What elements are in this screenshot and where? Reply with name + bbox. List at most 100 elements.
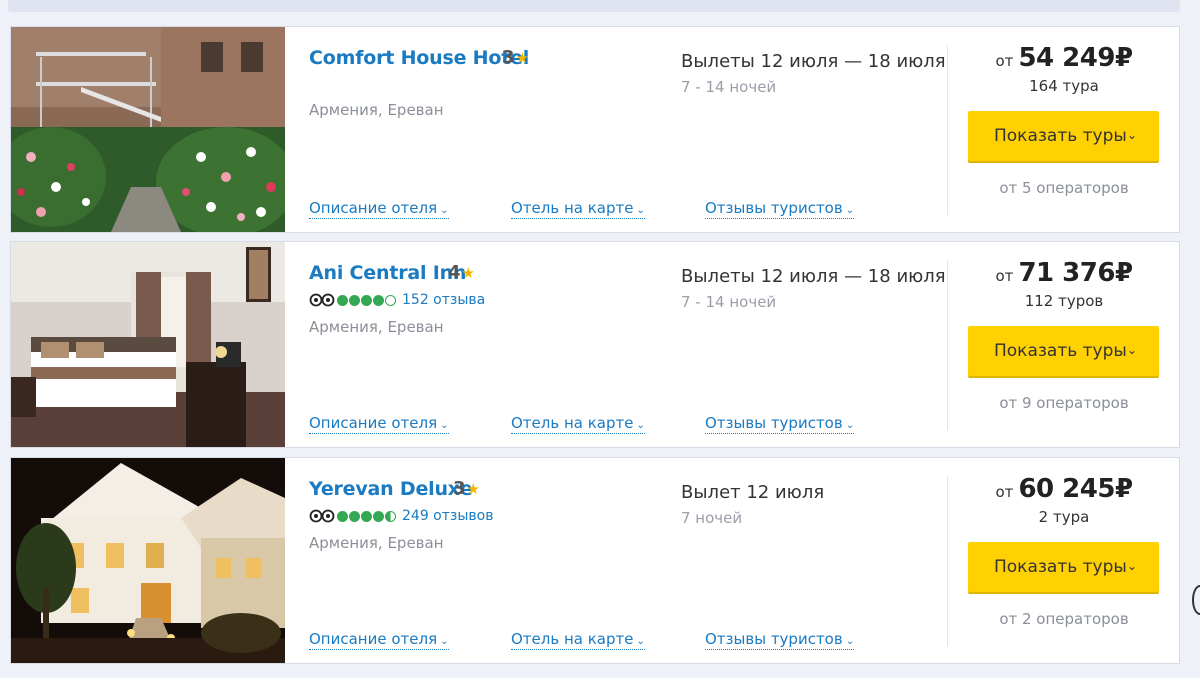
nights-range: 7 ночей [681,509,743,527]
link-label: Отель на карте [511,630,634,648]
chevron-down-icon: ⌄ [1126,559,1137,573]
star-count: 3 [453,478,466,499]
show-tours-button[interactable]: Показать туры ⌄ [968,542,1159,592]
top-bar [8,0,1180,12]
rating-bubble [337,294,348,306]
hotel-map-link[interactable]: Отель на карте ⌄ [511,199,645,219]
tripadvisor-owl-icon [309,293,335,307]
hotel-card: Yerevan Deluxe 3★ 249 отзывов Армения, Е… [10,457,1180,664]
hotel-name-link[interactable]: Ani Central Inn [309,262,466,284]
chevron-down-icon: ⌄ [845,420,855,431]
tripadvisor-owl-icon [309,509,335,523]
rating-bubble [361,294,372,306]
price-line: от 60 245₽ [948,474,1180,504]
rating-bubble [385,294,396,306]
hotel-stars: 4★ [448,262,475,283]
star-icon: ★ [466,480,480,498]
tours-count: 164 тура [1029,77,1099,95]
hotel-links: Описание отеля ⌄ Отель на карте ⌄ Отзывы т… [309,199,949,219]
operators-count: от 5 операторов [999,179,1129,197]
chevron-down-icon: ⌄ [636,420,645,431]
reviews-count[interactable]: 249 отзывов [402,508,493,524]
tripadvisor-rating[interactable]: 249 отзывов [309,506,493,526]
link-label: Описание отеля [309,630,438,648]
rating-bubble [349,294,360,306]
hotel-photo[interactable] [11,27,285,232]
hotel-links: Описание отеля ⌄ Отель на карте ⌄ Отзывы т… [309,414,949,434]
hotel-links: Описание отеля ⌄ Отель на карте ⌄ Отзывы т… [309,630,949,650]
hotel-stars: 3★ [502,47,529,68]
button-label: Показать туры [994,126,1127,146]
dates-title: Вылеты 12 июля — 18 июля [681,266,946,287]
rating-bubble [337,510,348,522]
hotel-location: Армения, Ереван [309,534,444,552]
tourist-reviews-link[interactable]: Отзывы туристов ⌄ [705,630,855,650]
hotel-map-link[interactable]: Отель на карте ⌄ [511,630,645,650]
rating-bubbles [337,510,396,522]
departure-dates: Вылеты 12 июля — 18 июля 7 - 14 ночей [681,266,951,311]
price-from: от [995,52,1014,70]
hotel-description-link[interactable]: Описание отеля ⌄ [309,630,449,650]
rating-bubble [373,294,384,306]
rating-bubble [349,510,360,522]
star-count: 4 [448,262,461,283]
operators-count: от 2 операторов [999,610,1129,628]
nights-range: 7 - 14 ночей [681,293,777,311]
chevron-down-icon: ⌄ [1126,128,1137,142]
price-block: от 54 249₽ 164 тура Показать туры ⌄ от 5 … [948,27,1180,232]
chevron-down-icon: ⌄ [845,636,855,647]
link-label: Отзывы туристов [705,414,843,432]
tourist-reviews-link[interactable]: Отзывы туристов ⌄ [705,414,855,434]
hotel-card: Comfort House Hotel 3★ Армения, Ереван О… [10,26,1180,233]
hotel-photo[interactable] [11,242,285,447]
tourist-reviews-link[interactable]: Отзывы туристов ⌄ [705,199,855,219]
dates-title: Вылет 12 июля [681,482,825,503]
hotel-card: Ani Central Inn 4★ 152 отзыва Армения, Е… [10,241,1180,448]
chevron-down-icon: ⌄ [636,205,645,216]
price-value: 60 245₽ [1018,474,1133,504]
tours-count: 2 тура [1038,508,1090,526]
departure-dates: Вылет 12 июля 7 ночей [681,482,951,527]
rating-bubbles [337,294,396,306]
star-count: 3 [502,47,515,68]
tours-count: 112 туров [1024,292,1104,310]
hotel-name-link[interactable]: Yerevan Deluxe [309,478,473,500]
hotel-location: Армения, Ереван [309,101,444,119]
show-tours-button[interactable]: Показать туры ⌄ [968,326,1159,376]
tripadvisor-rating[interactable]: 152 отзыва [309,290,485,310]
hotel-photo[interactable] [11,458,285,663]
hotel-location: Армения, Ереван [309,318,444,336]
departure-dates: Вылеты 12 июля — 18 июля 7 - 14 ночей [681,51,951,96]
chevron-down-icon: ⌄ [440,420,449,431]
price-block: от 71 376₽ 112 туров Показать туры ⌄ от 9… [948,242,1180,447]
chevron-down-icon: ⌄ [636,636,645,647]
show-tours-button[interactable]: Показать туры ⌄ [968,111,1159,161]
link-label: Описание отеля [309,414,438,432]
button-label: Показать туры [994,557,1127,577]
scroll-indicator[interactable] [1192,585,1200,615]
chevron-down-icon: ⌄ [845,205,855,216]
chevron-down-icon: ⌄ [440,205,449,216]
price-line: от 54 249₽ [948,43,1180,73]
hotel-map-link[interactable]: Отель на карте ⌄ [511,414,645,434]
chevron-down-icon: ⌄ [1126,343,1137,357]
price-value: 54 249₽ [1018,43,1133,73]
price-block: от 60 245₽ 2 тура Показать туры ⌄ от 2 оп… [948,458,1180,663]
link-label: Отель на карте [511,199,634,217]
hotel-description-link[interactable]: Описание отеля ⌄ [309,414,449,434]
rating-bubble [361,510,372,522]
link-label: Описание отеля [309,199,438,217]
dates-title: Вылеты 12 июля — 18 июля [681,51,946,72]
button-label: Показать туры [994,341,1127,361]
star-icon: ★ [515,49,529,67]
rating-bubble [385,510,396,522]
price-line: от 71 376₽ [948,258,1180,288]
hotel-name-link[interactable]: Comfort House Hotel [309,47,529,69]
hotel-description-link[interactable]: Описание отеля ⌄ [309,199,449,219]
price-value: 71 376₽ [1018,258,1133,288]
reviews-count[interactable]: 152 отзыва [402,292,485,308]
rating-bubble [373,510,384,522]
operators-count: от 9 операторов [999,394,1129,412]
link-label: Отель на карте [511,414,634,432]
price-from: от [995,483,1014,501]
